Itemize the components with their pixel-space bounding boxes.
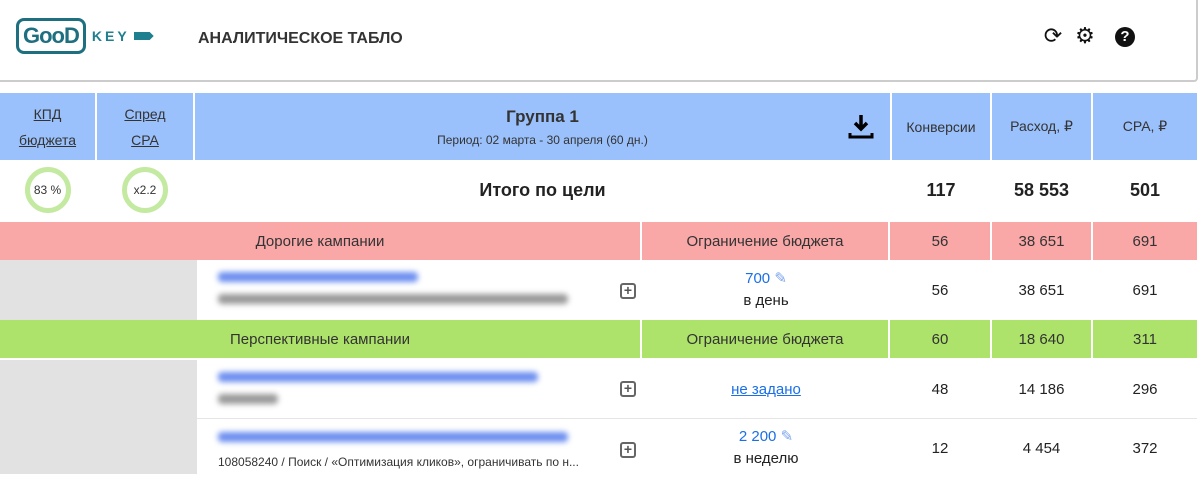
group-conv: 60 [890,320,990,358]
spread-header[interactable]: Спред CPA [97,93,193,160]
gear-icon[interactable]: ⚙ [1073,24,1097,48]
group-spend: 18 640 [992,320,1091,358]
refresh-icon[interactable]: ⟳ [1041,24,1065,48]
group-label-promising[interactable]: Перспективные кампании [0,320,640,358]
row-conv: 56 [931,281,949,299]
budget-value[interactable]: не задано [731,381,801,398]
group-conv: 56 [890,222,990,260]
group-label-expensive[interactable]: Дорогие кампании [0,222,640,260]
logo[interactable]: GooD KEY [16,18,154,54]
campaign-indicator [0,360,197,474]
campaign-indicator [0,260,197,320]
group-title: Группа 1 [506,106,579,126]
group-reason: Ограничение бюджета [642,222,888,260]
row-cpa: 372 [1132,439,1158,457]
cpa-header: CPA, ₽ [1093,93,1197,160]
row-spend: 14 186 [1018,380,1065,398]
budget-value[interactable]: 700 [745,270,770,287]
campaign-desc [218,294,568,304]
period-text: Период: 02 марта - 30 апреля (60 дн.) [437,132,648,147]
campaign-link[interactable] [218,372,538,382]
page-title: АНАЛИТИЧЕСКОЕ ТАБЛО [198,30,403,47]
row-conv: 12 [931,439,949,457]
expand-button[interactable]: + [620,442,636,458]
total-cpa: 501 [1129,179,1161,200]
group-cpa: 311 [1093,320,1197,358]
budget-value[interactable]: 2 200 [739,428,777,445]
row-cpa: 296 [1132,380,1158,398]
group-reason: Ограничение бюджета [642,320,888,358]
total-label: Итого по цели [479,179,606,200]
help-icon[interactable]: ? [1115,27,1135,47]
spread-gauge: x2.2 [122,167,168,213]
kpd-link-2[interactable]: бюджета [19,127,76,153]
row-spend: 4 454 [1022,439,1061,457]
spread-link-1[interactable]: Спред [124,101,165,127]
group-cpa: 691 [1093,222,1197,260]
campaign-desc [218,394,278,404]
group-header: Группа 1 Период: 02 марта - 30 апреля (6… [195,93,890,160]
pencil-icon[interactable]: ✎ [774,270,787,287]
expand-button[interactable]: + [620,283,636,299]
pencil-icon[interactable]: ✎ [781,428,794,445]
budget-period: в день [743,292,789,309]
budget-cell: 700 ✎ в день [642,260,890,320]
total-conv: 117 [926,179,956,200]
download-icon[interactable] [848,113,874,139]
spread-link-2[interactable]: CPA [131,127,159,153]
campaign-link[interactable] [218,432,568,442]
total-spend: 58 553 [1013,179,1070,200]
row-cpa: 691 [1132,281,1158,299]
budget-period: в неделю [733,450,799,467]
expand-button[interactable]: + [620,381,636,397]
kpd-link-1[interactable]: КПД [34,101,62,127]
app-header: GooD KEY АНАЛИТИЧЕСКОЕ ТАБЛО ⟳ ⚙ ? [0,0,1198,82]
spend-header: Расход, ₽ [992,93,1091,160]
campaign-link[interactable] [218,272,418,282]
group-spend: 38 651 [992,222,1091,260]
campaign-desc: 108058240 / Поиск / «Оптимизация кликов»… [218,455,579,469]
kpd-header[interactable]: КПД бюджета [0,93,95,160]
row-spend: 38 651 [1018,281,1065,299]
conv-header: Конверсии [892,93,990,160]
row-conv: 48 [931,380,949,398]
budget-cell: 2 200 ✎ в неделю [642,419,890,477]
kpd-gauge: 83 % [24,167,71,213]
